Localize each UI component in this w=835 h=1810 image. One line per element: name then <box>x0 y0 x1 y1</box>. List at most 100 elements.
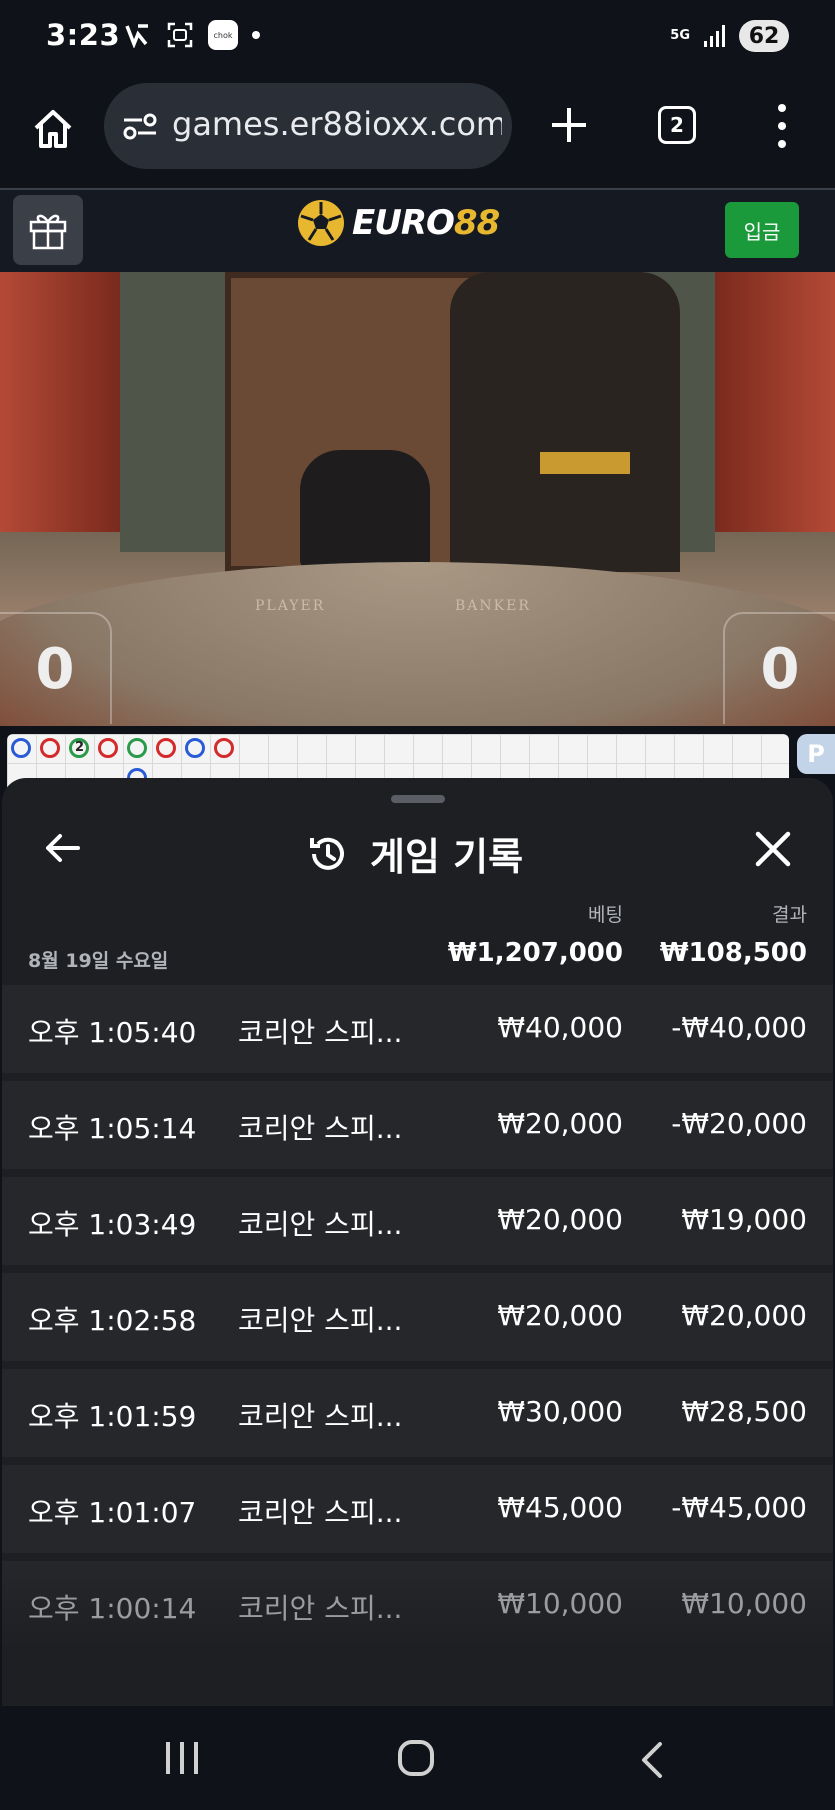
row-game: 코리안 스피... <box>238 1016 403 1049</box>
history-row[interactable]: 오후 1:00:14 코리안 스피... ₩10,000 ₩10,000 <box>2 1561 833 1649</box>
history-icon <box>310 837 344 870</box>
logo-text-euro: EURO <box>352 203 455 243</box>
row-result: -₩45,000 <box>671 1491 807 1524</box>
home-button[interactable] <box>28 104 78 154</box>
road-dot <box>127 738 147 758</box>
history-row[interactable]: 오후 1:01:07 코리안 스피... ₩45,000 -₩45,000 <box>2 1465 833 1553</box>
row-result: ₩28,500 <box>681 1395 807 1428</box>
history-row[interactable]: 오후 1:05:14 코리안 스피... ₩20,000 -₩20,000 <box>2 1081 833 1169</box>
row-time: 오후 1:05:14 <box>28 1112 197 1145</box>
row-bet: ₩20,000 <box>497 1107 623 1140</box>
status-system-icons: 5G 62 <box>670 20 789 52</box>
total-result: ₩108,500 <box>659 938 807 968</box>
row-bet: ₩20,000 <box>497 1203 623 1236</box>
logo-text-88: 88 <box>453 203 500 243</box>
banker-score: 0 <box>723 612 835 724</box>
row-result: ₩10,000 <box>681 1587 807 1620</box>
gift-icon <box>29 214 67 250</box>
sheet-title: 게임 기록 <box>306 826 523 881</box>
row-time: 오후 1:03:49 <box>28 1208 197 1241</box>
road-dot <box>185 738 205 758</box>
sheet-drag-handle[interactable] <box>391 795 445 803</box>
road-dot <box>11 738 31 758</box>
status-bar: 3:23 chok 5G 62 <box>0 0 835 78</box>
browser-toolbar: games.er88ioxx.com 2 <box>0 78 835 190</box>
result-column-header: 결과 <box>772 904 807 926</box>
back-button[interactable] <box>40 826 90 876</box>
chevron-left-icon <box>642 1742 662 1778</box>
notification-dot-icon <box>252 31 260 39</box>
recent-apps-button[interactable] <box>166 1742 198 1774</box>
deposit-button[interactable]: 입금 <box>725 202 799 258</box>
row-result: -₩40,000 <box>671 1011 807 1044</box>
new-tab-button[interactable] <box>546 102 592 148</box>
status-notification-icons: chok <box>124 20 260 50</box>
history-row[interactable]: 오후 1:03:49 코리안 스피... ₩20,000 ₩19,000 <box>2 1177 833 1265</box>
date-header: 8월 19일 수요일 <box>28 950 169 972</box>
row-time: 오후 1:00:14 <box>28 1592 197 1625</box>
table-player-label: PLAYER <box>255 598 326 614</box>
soccer-ball-icon <box>298 200 344 246</box>
url-text[interactable]: games.er88ioxx.com <box>172 105 502 143</box>
screenshot-icon <box>166 21 194 49</box>
row-result: ₩20,000 <box>681 1299 807 1332</box>
row-time: 오후 1:05:40 <box>28 1016 197 1049</box>
address-bar[interactable]: games.er88ioxx.com <box>104 83 512 169</box>
row-game: 코리안 스피... <box>238 1304 403 1337</box>
system-home-button[interactable] <box>398 1740 434 1776</box>
history-row[interactable]: 오후 1:01:59 코리안 스피... ₩30,000 ₩28,500 <box>2 1369 833 1457</box>
roadmap-p-button[interactable]: P <box>797 734 835 774</box>
signal-icon <box>704 25 725 47</box>
network-5g-icon: 5G <box>670 28 690 43</box>
battery-icon: 62 <box>739 20 789 52</box>
live-dealer-video[interactable]: PLAYER BANKER 0 0 <box>0 272 835 726</box>
chok-app-icon: chok <box>208 20 238 50</box>
home-icon <box>34 110 72 148</box>
history-row[interactable]: 오후 1:05:40 코리안 스피... ₩40,000 -₩40,000 <box>2 985 833 1073</box>
euro88-logo[interactable]: EURO88 <box>298 200 500 246</box>
row-bet: ₩10,000 <box>497 1587 623 1620</box>
row-game: 코리안 스피... <box>238 1208 403 1241</box>
road-dot <box>98 738 118 758</box>
baccarat-table <box>0 562 835 726</box>
row-game: 코리안 스피... <box>238 1496 403 1529</box>
row-bet: ₩40,000 <box>497 1011 623 1044</box>
system-nav-bar <box>0 1706 835 1810</box>
system-back-button[interactable] <box>636 1742 668 1778</box>
row-game: 코리안 스피... <box>238 1400 403 1433</box>
row-result: ₩19,000 <box>681 1203 807 1236</box>
road-dot <box>214 738 234 758</box>
sheet-title-text: 게임 기록 <box>370 835 524 879</box>
row-bet: ₩45,000 <box>497 1491 623 1524</box>
more-menu-button[interactable] <box>770 104 794 148</box>
row-time: 오후 1:01:07 <box>28 1496 197 1529</box>
row-bet: ₩20,000 <box>497 1299 623 1332</box>
close-icon <box>755 831 791 867</box>
status-time: 3:23 <box>46 18 121 52</box>
road-dot <box>40 738 60 758</box>
table-banker-label: BANKER <box>455 598 531 614</box>
bet-column-header: 베팅 <box>588 904 623 926</box>
vpn-key-icon <box>124 21 152 49</box>
history-row[interactable]: 오후 1:02:58 코리안 스피... ₩20,000 ₩20,000 <box>2 1273 833 1361</box>
row-game: 코리안 스피... <box>238 1592 403 1625</box>
road-dot <box>156 738 176 758</box>
game-history-sheet: 게임 기록 베팅 결과 8월 19일 수요일 ₩1,207,000 ₩108,5… <box>2 778 833 1706</box>
site-settings-icon[interactable] <box>122 111 158 141</box>
plus-icon <box>552 108 586 142</box>
dealer <box>450 272 680 572</box>
row-time: 오후 1:02:58 <box>28 1304 197 1337</box>
close-button[interactable] <box>750 826 796 872</box>
row-bet: ₩30,000 <box>497 1395 623 1428</box>
row-time: 오후 1:01:59 <box>28 1400 197 1433</box>
total-bet: ₩1,207,000 <box>447 938 623 968</box>
row-game: 코리안 스피... <box>238 1112 403 1145</box>
arrow-left-icon <box>46 834 80 862</box>
gift-button[interactable] <box>13 195 83 265</box>
road-marker-number: 2 <box>75 740 85 755</box>
tab-switcher-button[interactable]: 2 <box>658 106 696 144</box>
player-score: 0 <box>0 612 112 724</box>
site-header: EURO88 입금 <box>0 190 835 272</box>
row-result: -₩20,000 <box>671 1107 807 1140</box>
history-list: 오후 1:05:40 코리안 스피... ₩40,000 -₩40,000 오후… <box>2 985 833 1657</box>
